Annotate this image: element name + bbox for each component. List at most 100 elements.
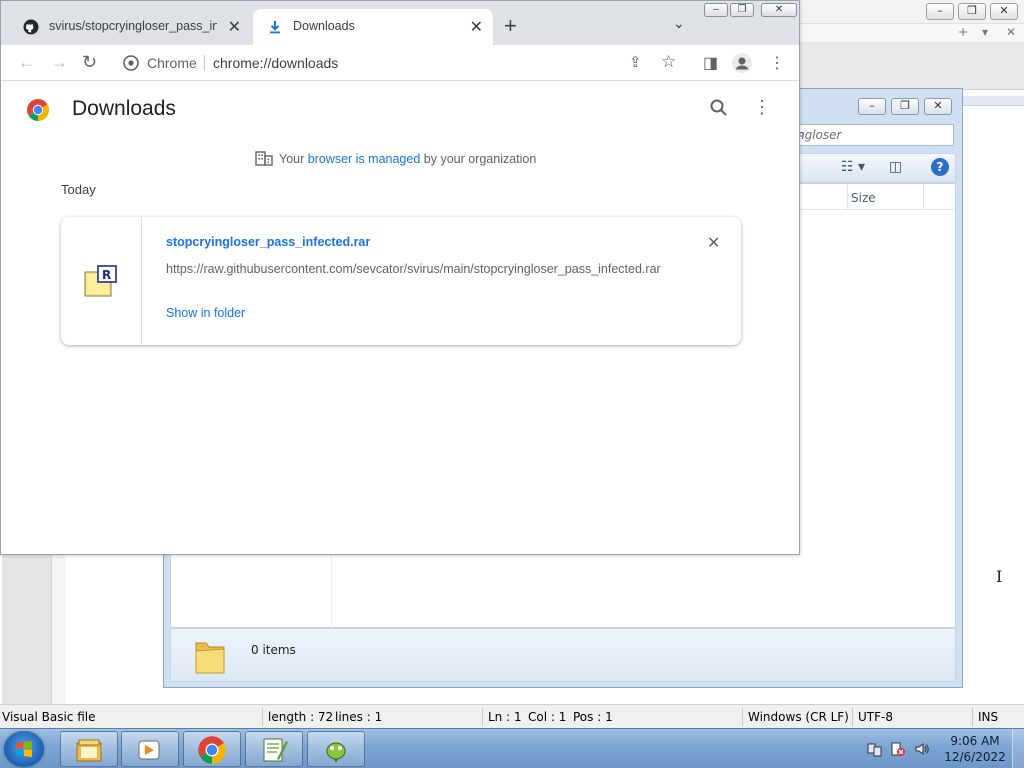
taskbar-notepad-plus-plus[interactable] — [245, 731, 303, 767]
minimize-button[interactable]: – — [926, 3, 954, 20]
status-encoding: UTF-8 — [858, 710, 893, 724]
details-pane: 0 items — [170, 628, 956, 682]
taskbar-google-chrome[interactable] — [183, 731, 241, 767]
folder-icon — [195, 642, 225, 674]
search-icon[interactable]: ⌕ — [797, 127, 948, 142]
notepadpp-tabstrip — [800, 42, 1024, 90]
url-text[interactable]: chrome://downloads — [213, 55, 338, 71]
building-icon — [255, 151, 273, 166]
clock-time: 9:06 AM — [950, 734, 1000, 748]
profile-avatar[interactable] — [732, 53, 752, 73]
close-button[interactable]: ✕ — [924, 98, 952, 115]
rar-archive-icon: R — [84, 265, 117, 297]
forward-icon[interactable]: → — [50, 52, 68, 73]
search-icon[interactable] — [709, 98, 729, 118]
more-actions-icon[interactable]: ⋮ — [753, 97, 771, 118]
download-icon — [270, 21, 280, 34]
chrome-logo-icon — [198, 736, 226, 764]
notepadpp-tabbar-controls: + ▾ ✕ — [800, 24, 1024, 42]
download-item: R stopcryingloser_pass_infected.rar http… — [61, 217, 741, 345]
network-icon[interactable] — [866, 741, 882, 757]
tab-downloads[interactable]: Downloads ✕ — [253, 9, 493, 45]
status-pos: Pos : 1 — [573, 710, 613, 724]
status-ln: Ln : 1 — [488, 710, 522, 724]
bookmark-star-icon[interactable]: ☆ — [661, 52, 676, 72]
minimize-button[interactable]: – — [858, 98, 886, 115]
chrome-logo-icon — [27, 99, 49, 121]
view-options-icon[interactable]: ☷ ▾ — [841, 159, 865, 175]
browser-toolbar: ← → ↻ Chrome chrome://downloads ⇪ ☆ ◨ ⋮ — [1, 45, 799, 81]
github-icon — [23, 19, 39, 35]
close-button[interactable]: ✕ — [990, 3, 1018, 20]
page-title: Downloads — [72, 97, 176, 120]
date-section-header: Today — [61, 182, 96, 197]
column-size[interactable]: Size — [851, 191, 876, 205]
line-number-margin — [2, 555, 52, 704]
chrome-window: svirus/stopcryingloser_pass_infected ✕ D… — [0, 0, 800, 555]
taskbar-media-player[interactable] — [121, 731, 179, 767]
help-icon[interactable]: ? — [931, 158, 949, 176]
restore-button[interactable]: ❐ — [891, 98, 919, 115]
remove-from-list-icon[interactable]: ✕ — [707, 233, 720, 253]
status-filetype: Visual Basic file — [2, 710, 96, 724]
current-line-highlight — [962, 96, 1024, 106]
address-bar[interactable]: Chrome chrome://downloads ⇪ ☆ — [113, 49, 695, 77]
restore-button[interactable]: ❐ — [958, 3, 986, 20]
system-clock[interactable]: 9:06 AM 12/6/2022 — [940, 733, 1010, 765]
svg-text:R: R — [102, 268, 111, 282]
file-icon-column: R — [61, 217, 142, 345]
site-chip: Chrome — [147, 55, 197, 71]
status-mode: INS — [978, 710, 999, 724]
tab-github[interactable]: svirus/stopcryingloser_pass_infected ✕ — [9, 9, 251, 45]
start-button[interactable] — [4, 731, 44, 767]
managed-suffix: by your organization — [420, 152, 537, 166]
new-tab-button[interactable]: + — [504, 13, 517, 39]
item-count: 0 items — [251, 643, 296, 657]
notepadpp-titlebar: – ❐ ✕ — [800, 0, 1024, 24]
tab-strip: svirus/stopcryingloser_pass_infected ✕ D… — [1, 1, 799, 45]
managed-notice: Your browser is managed by your organiza… — [255, 151, 536, 166]
status-eol: Windows (CR LF) — [748, 710, 849, 724]
download-filename-link[interactable]: stopcryingloser_pass_infected.rar — [166, 235, 370, 249]
downloads-page: Downloads ⋮ Your browser is managed by y… — [1, 81, 799, 554]
person-icon — [735, 57, 749, 70]
notepad-plus-plus-icon — [263, 738, 288, 762]
tab-label: Downloads — [293, 19, 355, 33]
show-desktop-button[interactable] — [1012, 729, 1024, 768]
close-icon[interactable]: ✕ — [1006, 25, 1016, 39]
fold-margin — [52, 555, 66, 704]
tab-search-icon[interactable]: ⌄ — [673, 15, 685, 32]
plus-icon[interactable]: + — [958, 25, 968, 39]
side-panel-icon[interactable]: ◨ — [703, 53, 718, 73]
download-source-url[interactable]: https://raw.githubusercontent.com/sevcat… — [166, 262, 666, 276]
back-icon[interactable]: ← — [18, 52, 36, 73]
tab-label: svirus/stopcryingloser_pass_infected — [49, 19, 217, 33]
preview-pane-icon[interactable]: ◫ — [889, 159, 902, 175]
windows-logo-icon — [16, 741, 32, 757]
folder-library-icon — [76, 739, 102, 762]
status-lines: lines : 1 — [335, 710, 383, 724]
share-icon[interactable]: ⇪ — [629, 53, 642, 71]
close-button[interactable]: ✕ — [761, 3, 797, 17]
close-tab-icon[interactable]: ✕ — [470, 17, 483, 37]
chevron-down-icon[interactable]: ▾ — [982, 25, 988, 39]
restore-button[interactable]: ❐ — [730, 3, 754, 17]
status-bar: Visual Basic file length : 72 lines : 1 … — [0, 704, 1024, 728]
clock-date: 12/6/2022 — [944, 750, 1006, 764]
taskbar-windows-explorer[interactable] — [60, 731, 118, 767]
action-center-icon[interactable] — [890, 741, 906, 757]
status-length: length : 72 — [268, 710, 334, 724]
close-tab-icon[interactable]: ✕ — [228, 17, 241, 37]
volume-icon[interactable] — [914, 741, 930, 757]
minimize-button[interactable]: – — [704, 3, 728, 17]
managed-prefix: Your — [279, 152, 308, 166]
search-input[interactable]: ngloser ⌕ — [784, 124, 954, 146]
reload-icon[interactable]: ↻ — [82, 52, 97, 73]
media-player-icon — [138, 740, 160, 760]
taskbar: 9:06 AM 12/6/2022 — [0, 728, 1024, 768]
taskbar-bug-tool[interactable] — [307, 731, 365, 767]
chrome-site-icon — [123, 55, 139, 71]
menu-kebab-icon[interactable]: ⋮ — [769, 53, 785, 73]
managed-link[interactable]: browser is managed — [308, 152, 421, 166]
show-in-folder-link[interactable]: Show in folder — [166, 306, 245, 320]
